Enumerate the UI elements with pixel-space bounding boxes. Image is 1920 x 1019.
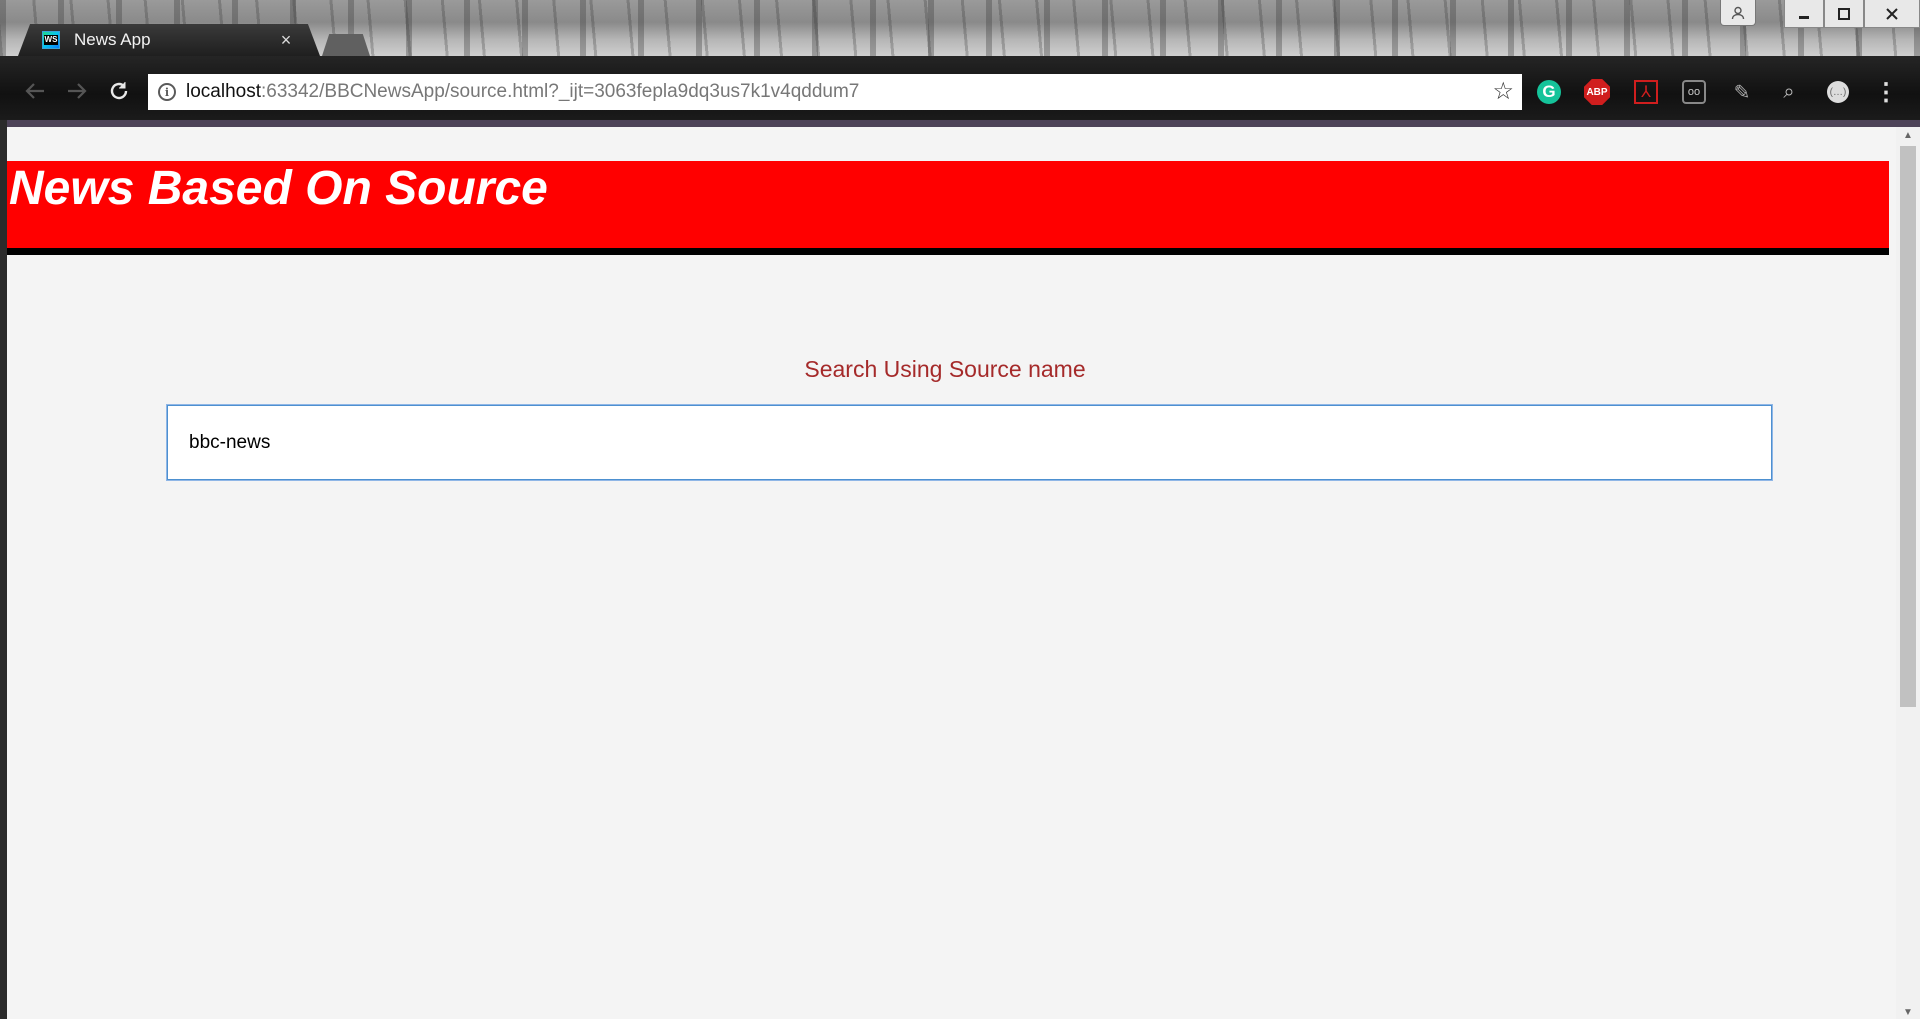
site-info-icon[interactable]: i [158, 83, 176, 101]
window-titlebar: WS News App × [0, 0, 1920, 56]
back-button[interactable] [20, 76, 50, 106]
profile-icon[interactable] [1720, 0, 1756, 26]
url-path: :63342/BBCNewsApp/source.html?_ijt=3063f… [261, 81, 860, 102]
scrollbar-thumb[interactable] [1900, 146, 1916, 707]
browser-toolbar: i localhost:63342/BBCNewsApp/source.html… [0, 56, 1920, 120]
window-controls [1720, 0, 1920, 30]
page-banner: News Based On Source [7, 161, 1889, 255]
search-label: Search Using Source name [804, 356, 1086, 382]
reload-button[interactable] [104, 76, 134, 106]
source-search-input[interactable] [166, 404, 1773, 481]
glasses-extension-icon[interactable]: oo [1682, 80, 1706, 104]
forward-button[interactable] [62, 76, 92, 106]
search-extension-icon[interactable]: ⌕ [1775, 78, 1803, 106]
tab-close-icon[interactable]: × [274, 30, 298, 51]
url-host: localhost [186, 81, 261, 102]
bookmark-star-icon[interactable]: ☆ [1492, 77, 1514, 106]
browser-menu-icon[interactable]: ⋮ [1872, 78, 1900, 106]
scroll-up-arrow-icon[interactable]: ▲ [1896, 127, 1920, 143]
vertical-scrollbar[interactable]: ▲ ▼ [1896, 127, 1920, 1019]
page-title: News Based On Source [9, 162, 548, 215]
minimize-button[interactable] [1784, 0, 1824, 28]
new-tab-button[interactable] [322, 34, 370, 56]
address-bar[interactable]: i localhost:63342/BBCNewsApp/source.html… [148, 74, 1522, 110]
circle-extension-icon[interactable]: (…) [1827, 81, 1849, 103]
webstorm-favicon-icon: WS [42, 31, 60, 49]
wand-extension-icon[interactable]: ✎ [1728, 78, 1756, 106]
maximize-button[interactable] [1824, 0, 1864, 28]
tab-news-app[interactable]: WS News App × [18, 24, 320, 56]
scroll-down-arrow-icon[interactable]: ▼ [1896, 1004, 1920, 1019]
adblock-icon[interactable]: ABP [1584, 79, 1610, 105]
acrobat-pdf-icon[interactable]: ⅄ [1634, 80, 1658, 104]
grammarly-icon[interactable]: G [1537, 80, 1561, 104]
page-viewport: News Based On Source Search Using Source… [7, 120, 1920, 1019]
tab-title: News App [74, 30, 151, 49]
close-window-button[interactable] [1864, 0, 1920, 28]
